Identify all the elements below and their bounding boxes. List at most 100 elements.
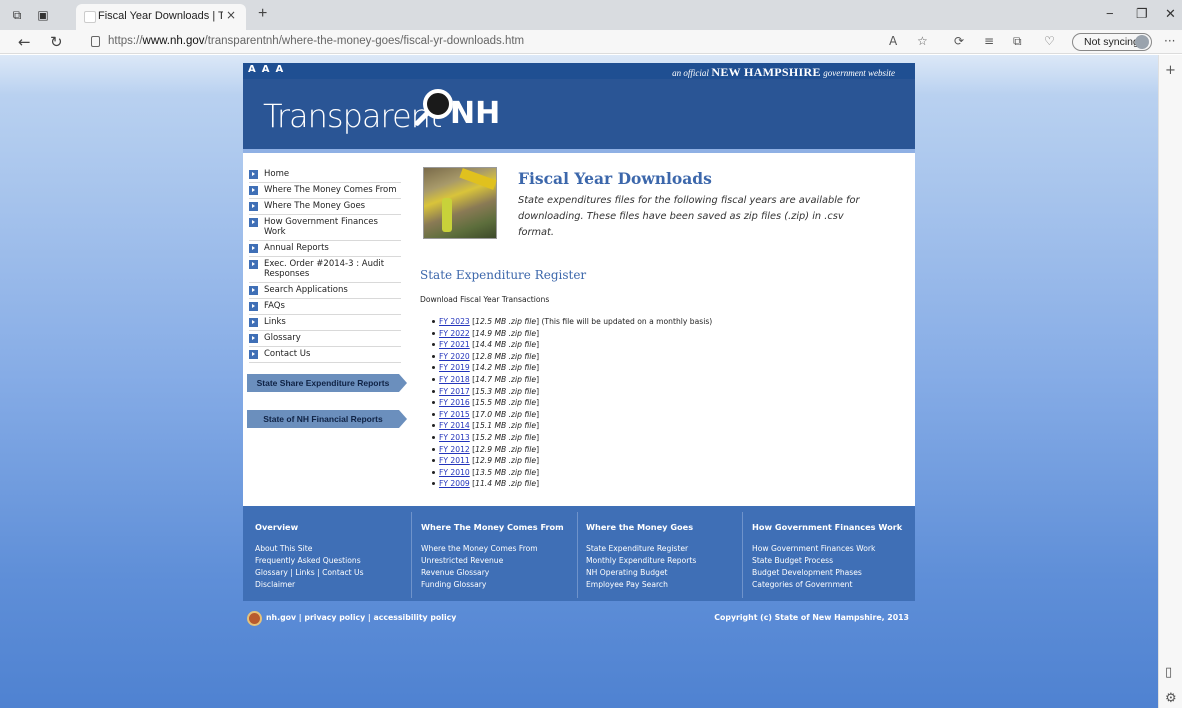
close-tab-icon[interactable]: × bbox=[226, 8, 236, 22]
fy-2020-link[interactable]: FY 2020 bbox=[439, 352, 470, 361]
footer-divider bbox=[411, 512, 412, 598]
fy-2021-link[interactable]: FY 2021 bbox=[439, 340, 470, 349]
state-financial-reports-button[interactable]: State of NH Financial Reports bbox=[247, 410, 407, 428]
footer-link[interactable]: Disclaimer bbox=[255, 579, 415, 591]
collections-icon[interactable]: ⧉ bbox=[1013, 34, 1022, 49]
file-size: 12.5 MB .zip file bbox=[475, 317, 537, 326]
file-size: 12.8 MB .zip file bbox=[475, 351, 537, 361]
official-prefix: an official bbox=[672, 68, 709, 78]
footer-link[interactable]: Budget Development Phases bbox=[752, 567, 912, 579]
text-size-large-button[interactable]: A bbox=[276, 64, 286, 75]
new-tab-button[interactable]: + bbox=[258, 5, 267, 23]
profile-sync-button[interactable]: Not syncing bbox=[1072, 33, 1152, 51]
fy-2012-link[interactable]: FY 2012 bbox=[439, 445, 470, 454]
active-tab[interactable]: Fiscal Year Downloads | Transparent NH × bbox=[76, 4, 246, 30]
footer-link[interactable]: Where the Money Comes From bbox=[421, 543, 581, 555]
nav-item-label: Search Applications bbox=[264, 285, 348, 295]
footer-link[interactable]: About This Site bbox=[255, 543, 415, 555]
fy-2019-link[interactable]: FY 2019 bbox=[439, 363, 470, 372]
fy-2018-link[interactable]: FY 2018 bbox=[439, 375, 470, 384]
lock-icon[interactable] bbox=[91, 36, 100, 47]
close-window-icon[interactable]: ✕ bbox=[1165, 6, 1176, 22]
footer-link[interactable]: Revenue Glossary bbox=[421, 567, 581, 579]
extensions-icon[interactable]: ⟳ bbox=[954, 34, 964, 48]
footer-link[interactable]: Glossary | Links | Contact Us bbox=[255, 567, 415, 579]
footer-link[interactable]: Funding Glossary bbox=[421, 579, 581, 591]
fy-2023-link[interactable]: FY 2023 bbox=[439, 317, 470, 326]
nav-item-glossary[interactable]: Glossary bbox=[249, 331, 401, 347]
minimize-icon[interactable]: − bbox=[1106, 6, 1114, 21]
nav-item-links[interactable]: Links bbox=[249, 315, 401, 331]
file-size: 15.5 MB .zip file bbox=[475, 398, 537, 408]
logo-nh[interactable]: NH bbox=[450, 96, 500, 131]
file-size: 15.3 MB .zip file bbox=[475, 386, 537, 396]
nav-item-label: Glossary bbox=[264, 333, 301, 343]
footer-link[interactable]: State Budget Process bbox=[752, 555, 912, 567]
nav-item-money-comes-from[interactable]: Where The Money Comes From bbox=[249, 183, 401, 199]
refresh-icon[interactable]: ↻ bbox=[50, 33, 63, 51]
fy-2022-link[interactable]: FY 2022 bbox=[439, 329, 470, 338]
footer-link[interactable]: State Expenditure Register bbox=[586, 543, 746, 555]
read-aloud-icon[interactable]: A bbox=[889, 34, 897, 48]
file-list-item: FY 2010 [13.5 MB .zip file] bbox=[432, 467, 859, 479]
logo-text[interactable]: Transparent bbox=[263, 97, 442, 135]
bottom-links[interactable]: nh.gov | privacy policy | accessibility … bbox=[266, 613, 456, 622]
nav-item-label: Contact Us bbox=[264, 349, 311, 359]
workspaces-icon[interactable]: ⧉ bbox=[10, 8, 24, 22]
fy-2010-link[interactable]: FY 2010 bbox=[439, 468, 470, 477]
nav-item-home[interactable]: Home bbox=[249, 167, 401, 183]
nav-item-exec-order[interactable]: Exec. Order #2014-3 : Audit Responses bbox=[249, 257, 401, 283]
nav-item-government-finances[interactable]: How Government Finances Work bbox=[249, 215, 401, 241]
add-sidebar-icon[interactable]: + bbox=[1165, 63, 1176, 78]
tab-actions-icon[interactable]: ▣ bbox=[36, 8, 50, 22]
fy-2013-link[interactable]: FY 2013 bbox=[439, 433, 470, 442]
file-size: 14.2 MB .zip file bbox=[475, 363, 537, 373]
restore-icon[interactable]: ❐ bbox=[1136, 6, 1148, 22]
footer-link[interactable]: Frequently Asked Questions bbox=[255, 555, 415, 567]
fy-2014-link[interactable]: FY 2014 bbox=[439, 421, 470, 430]
site-footer: Overview About This Site Frequently Aske… bbox=[243, 506, 915, 601]
back-icon[interactable]: ← bbox=[18, 33, 31, 51]
footer-heading: Overview bbox=[255, 522, 299, 532]
text-size-small-button[interactable]: A bbox=[248, 64, 258, 75]
file-list-item: FY 2012 [12.9 MB .zip file] bbox=[432, 444, 859, 456]
nh-seal-icon bbox=[247, 611, 262, 626]
footer-column-overview: Overview About This Site Frequently Aske… bbox=[255, 522, 415, 591]
fy-2016-link[interactable]: FY 2016 bbox=[439, 398, 470, 407]
url-field[interactable]: https://www.nh.gov/transparentnh/where-t… bbox=[108, 35, 524, 47]
arrow-bullet-icon bbox=[249, 350, 258, 359]
footer-divider bbox=[742, 512, 743, 598]
footer-link[interactable]: Unrestricted Revenue bbox=[421, 555, 581, 567]
nav-item-search-applications[interactable]: Search Applications bbox=[249, 283, 401, 299]
file-note: (This file will be updated on a monthly … bbox=[541, 317, 713, 326]
footer-divider bbox=[577, 512, 578, 598]
nav-item-money-goes[interactable]: Where The Money Goes bbox=[249, 199, 401, 215]
file-list-item: FY 2020 [12.8 MB .zip file] bbox=[432, 351, 859, 363]
more-menu-icon[interactable]: ··· bbox=[1164, 34, 1175, 48]
text-size-controls: AAA bbox=[248, 64, 289, 75]
fy-2015-link[interactable]: FY 2015 bbox=[439, 410, 470, 419]
content-area: Home Where The Money Comes From Where Th… bbox=[243, 149, 915, 506]
footer-link[interactable]: How Government Finances Work bbox=[752, 543, 912, 555]
state-share-expenditure-reports-button[interactable]: State Share Expenditure Reports bbox=[247, 374, 407, 392]
text-size-medium-button[interactable]: A bbox=[262, 64, 272, 75]
fy-2017-link[interactable]: FY 2017 bbox=[439, 387, 470, 396]
fy-2011-link[interactable]: FY 2011 bbox=[439, 456, 470, 465]
nav-item-contact-us[interactable]: Contact Us bbox=[249, 347, 401, 363]
tab-bar: ⧉ ▣ Fiscal Year Downloads | Transparent … bbox=[0, 0, 1182, 30]
browser-essentials-icon[interactable]: ♡ bbox=[1044, 34, 1055, 48]
favorite-star-icon[interactable]: ☆ bbox=[917, 34, 928, 48]
nav-item-faqs[interactable]: FAQs bbox=[249, 299, 401, 315]
footer-link[interactable]: NH Operating Budget bbox=[586, 567, 746, 579]
sidebar-settings-icon[interactable]: ⚙ bbox=[1165, 691, 1177, 706]
hide-sidebar-icon[interactable]: ▯ bbox=[1165, 665, 1172, 680]
favorites-icon[interactable]: ≡ bbox=[984, 34, 994, 48]
footer-link[interactable]: Categories of Government bbox=[752, 579, 912, 591]
nav-item-label: Home bbox=[264, 169, 290, 179]
nav-item-annual-reports[interactable]: Annual Reports bbox=[249, 241, 401, 257]
footer-link[interactable]: Monthly Expenditure Reports bbox=[586, 555, 746, 567]
edge-sidebar: + ▯ ⚙ bbox=[1158, 55, 1182, 708]
footer-link[interactable]: Employee Pay Search bbox=[586, 579, 746, 591]
fy-2009-link[interactable]: FY 2009 bbox=[439, 479, 470, 488]
file-list-item: FY 2009 [11.4 MB .zip file] bbox=[432, 478, 859, 490]
